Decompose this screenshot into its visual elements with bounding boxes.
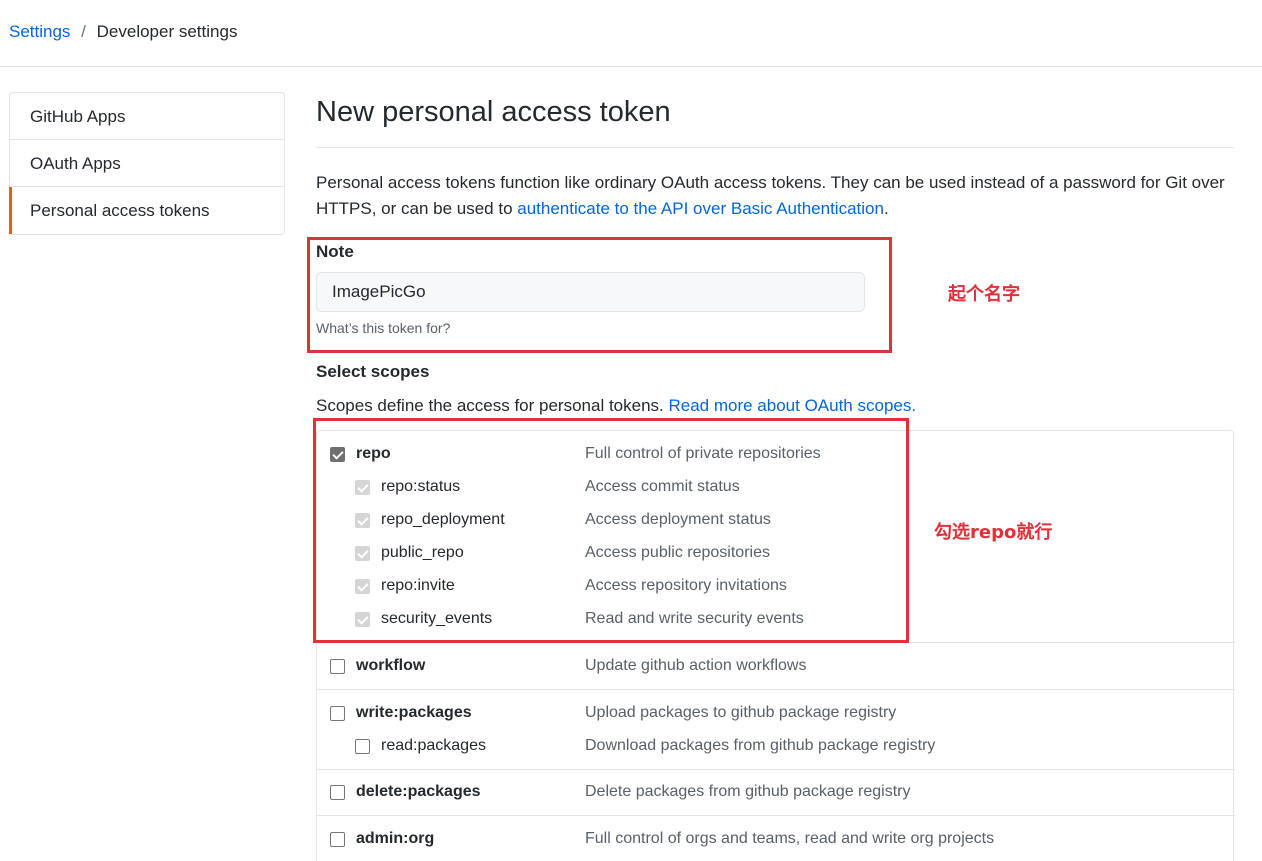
description-end: . bbox=[883, 199, 889, 218]
breadcrumb-settings-link[interactable]: Settings bbox=[9, 22, 70, 41]
title-divider bbox=[316, 147, 1234, 148]
basic-auth-link[interactable]: authenticate to the API over Basic Authe… bbox=[517, 199, 884, 218]
scope-group-divider bbox=[317, 689, 1235, 690]
scope-checkbox-workflow[interactable] bbox=[330, 659, 345, 674]
scope-description: Delete packages from github package regi… bbox=[585, 783, 911, 800]
scope-checkbox-read-packages[interactable] bbox=[355, 739, 370, 754]
scope-group-divider bbox=[317, 769, 1235, 770]
scope-name: read:packages bbox=[381, 737, 486, 754]
scopes-label: Select scopes bbox=[316, 362, 430, 381]
annotation-note-box bbox=[307, 237, 892, 353]
annotation-note-text: 起个名字 bbox=[948, 284, 1020, 305]
scope-row-write-packages: write:packages Upload packages to github… bbox=[317, 702, 1235, 726]
scope-description: Update github action workflows bbox=[585, 657, 807, 674]
scope-row-delete-packages: delete:packages Delete packages from git… bbox=[317, 781, 1235, 805]
header-divider bbox=[0, 66, 1262, 67]
scope-row-workflow: workflow Update github action workflows bbox=[317, 655, 1235, 679]
scope-name: write:packages bbox=[356, 704, 472, 721]
scope-group-divider bbox=[317, 815, 1235, 816]
oauth-scopes-link[interactable]: Read more about OAuth scopes. bbox=[668, 396, 916, 415]
scope-checkbox-admin-org[interactable] bbox=[330, 832, 345, 847]
sidebar-item-github-apps[interactable]: GitHub Apps bbox=[10, 93, 284, 140]
page-description: Personal access tokens function like ord… bbox=[316, 170, 1234, 222]
scope-row-admin-org: admin:org Full control of orgs and teams… bbox=[317, 828, 1235, 852]
breadcrumb-current: Developer settings bbox=[96, 22, 238, 41]
sidebar-item-oauth-apps[interactable]: OAuth Apps bbox=[10, 140, 284, 187]
scope-name: delete:packages bbox=[356, 783, 481, 800]
breadcrumb: Settings / Developer settings bbox=[9, 22, 237, 42]
scope-description: Download packages from github package re… bbox=[585, 737, 936, 754]
annotation-repo-box bbox=[313, 418, 909, 643]
scopes-description: Scopes define the access for personal to… bbox=[316, 396, 916, 416]
scope-row-read-packages: read:packages Download packages from git… bbox=[317, 735, 1235, 759]
breadcrumb-separator: / bbox=[81, 22, 86, 41]
annotation-repo-text: 勾选repo就行 bbox=[934, 522, 1053, 543]
scope-name: workflow bbox=[356, 657, 426, 674]
scope-checkbox-delete-packages[interactable] bbox=[330, 785, 345, 800]
sidebar-item-personal-access-tokens[interactable]: Personal access tokens bbox=[9, 187, 284, 234]
scopes-description-text: Scopes define the access for personal to… bbox=[316, 396, 669, 415]
developer-settings-sidebar: GitHub Apps OAuth Apps Personal access t… bbox=[9, 92, 285, 235]
scope-description: Full control of orgs and teams, read and… bbox=[585, 830, 995, 847]
scope-checkbox-write-packages[interactable] bbox=[330, 706, 345, 721]
page-title: New personal access token bbox=[316, 96, 671, 128]
scope-description: Upload packages to github package regist… bbox=[585, 704, 897, 721]
scope-name: admin:org bbox=[356, 830, 435, 847]
